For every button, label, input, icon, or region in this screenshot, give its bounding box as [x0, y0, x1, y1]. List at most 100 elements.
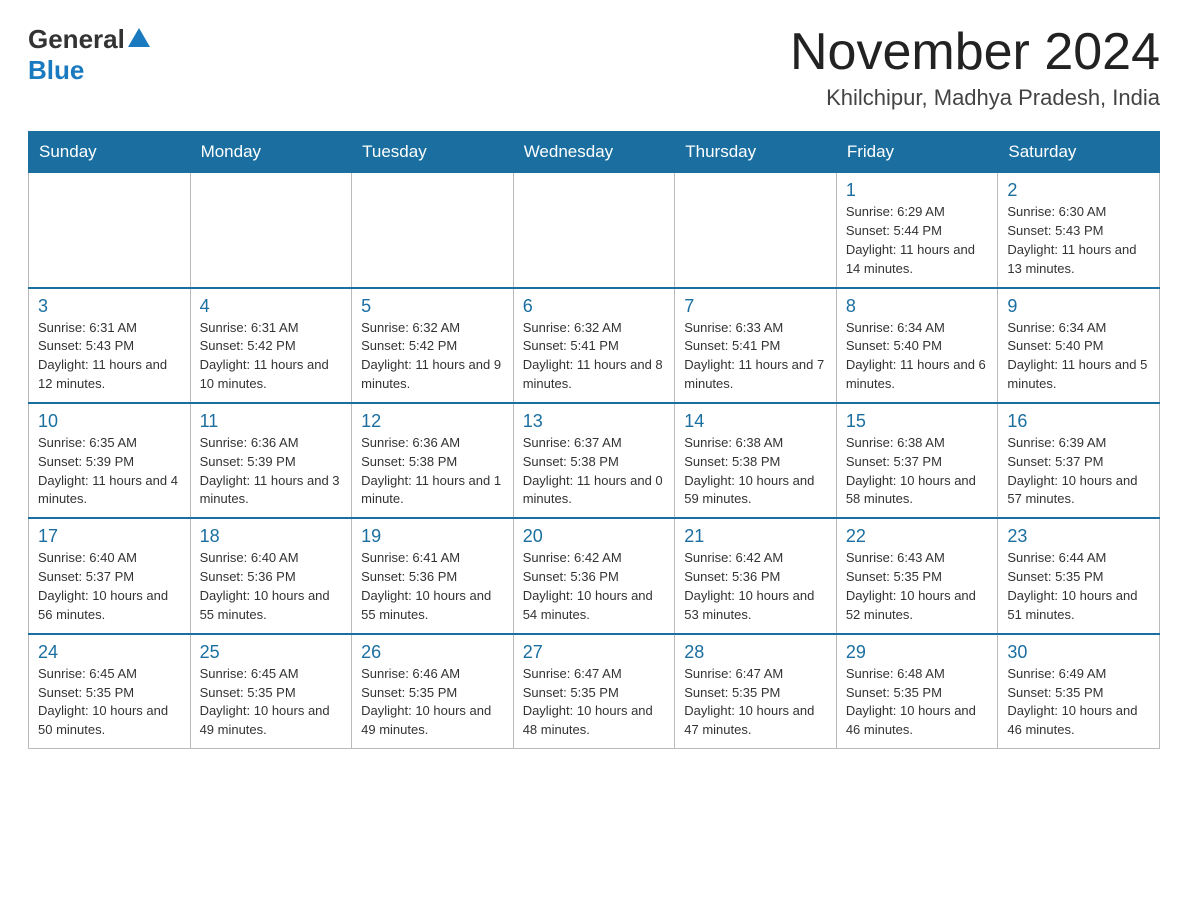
page-header: General Blue November 2024 Khilchipur, M… — [28, 24, 1160, 111]
calendar-cell: 10Sunrise: 6:35 AMSunset: 5:39 PMDayligh… — [29, 403, 191, 518]
weekday-header-row: SundayMondayTuesdayWednesdayThursdayFrid… — [29, 132, 1160, 173]
calendar-cell: 6Sunrise: 6:32 AMSunset: 5:41 PMDaylight… — [513, 288, 675, 403]
logo-blue-text: Blue — [28, 55, 84, 85]
calendar-cell: 5Sunrise: 6:32 AMSunset: 5:42 PMDaylight… — [352, 288, 514, 403]
weekday-header-friday: Friday — [836, 132, 998, 173]
logo-general-text: General — [28, 24, 125, 55]
day-number: 30 — [1007, 642, 1150, 663]
calendar-cell: 30Sunrise: 6:49 AMSunset: 5:35 PMDayligh… — [998, 634, 1160, 749]
day-info: Sunrise: 6:29 AMSunset: 5:44 PMDaylight:… — [846, 203, 989, 278]
day-number: 17 — [38, 526, 181, 547]
day-number: 10 — [38, 411, 181, 432]
calendar-cell: 9Sunrise: 6:34 AMSunset: 5:40 PMDaylight… — [998, 288, 1160, 403]
day-info: Sunrise: 6:38 AMSunset: 5:38 PMDaylight:… — [684, 434, 827, 509]
day-number: 1 — [846, 180, 989, 201]
weekday-header-wednesday: Wednesday — [513, 132, 675, 173]
calendar-cell — [675, 173, 837, 288]
calendar-cell: 1Sunrise: 6:29 AMSunset: 5:44 PMDaylight… — [836, 173, 998, 288]
day-number: 28 — [684, 642, 827, 663]
day-info: Sunrise: 6:45 AMSunset: 5:35 PMDaylight:… — [200, 665, 343, 740]
day-number: 26 — [361, 642, 504, 663]
calendar-row-4: 17Sunrise: 6:40 AMSunset: 5:37 PMDayligh… — [29, 518, 1160, 633]
day-number: 18 — [200, 526, 343, 547]
calendar-cell: 8Sunrise: 6:34 AMSunset: 5:40 PMDaylight… — [836, 288, 998, 403]
day-info: Sunrise: 6:42 AMSunset: 5:36 PMDaylight:… — [684, 549, 827, 624]
day-number: 4 — [200, 296, 343, 317]
month-title: November 2024 — [790, 24, 1160, 81]
day-number: 13 — [523, 411, 666, 432]
day-info: Sunrise: 6:49 AMSunset: 5:35 PMDaylight:… — [1007, 665, 1150, 740]
day-info: Sunrise: 6:33 AMSunset: 5:41 PMDaylight:… — [684, 319, 827, 394]
weekday-header-tuesday: Tuesday — [352, 132, 514, 173]
calendar-cell: 18Sunrise: 6:40 AMSunset: 5:36 PMDayligh… — [190, 518, 352, 633]
calendar-cell — [29, 173, 191, 288]
day-number: 19 — [361, 526, 504, 547]
calendar-cell: 16Sunrise: 6:39 AMSunset: 5:37 PMDayligh… — [998, 403, 1160, 518]
day-number: 25 — [200, 642, 343, 663]
calendar-cell: 24Sunrise: 6:45 AMSunset: 5:35 PMDayligh… — [29, 634, 191, 749]
calendar-cell: 21Sunrise: 6:42 AMSunset: 5:36 PMDayligh… — [675, 518, 837, 633]
calendar-cell: 28Sunrise: 6:47 AMSunset: 5:35 PMDayligh… — [675, 634, 837, 749]
calendar-row-1: 1Sunrise: 6:29 AMSunset: 5:44 PMDaylight… — [29, 173, 1160, 288]
calendar-cell: 19Sunrise: 6:41 AMSunset: 5:36 PMDayligh… — [352, 518, 514, 633]
weekday-header-thursday: Thursday — [675, 132, 837, 173]
day-info: Sunrise: 6:38 AMSunset: 5:37 PMDaylight:… — [846, 434, 989, 509]
calendar-cell: 25Sunrise: 6:45 AMSunset: 5:35 PMDayligh… — [190, 634, 352, 749]
day-number: 15 — [846, 411, 989, 432]
calendar-cell: 11Sunrise: 6:36 AMSunset: 5:39 PMDayligh… — [190, 403, 352, 518]
day-info: Sunrise: 6:36 AMSunset: 5:38 PMDaylight:… — [361, 434, 504, 509]
calendar-cell: 3Sunrise: 6:31 AMSunset: 5:43 PMDaylight… — [29, 288, 191, 403]
day-info: Sunrise: 6:31 AMSunset: 5:42 PMDaylight:… — [200, 319, 343, 394]
day-info: Sunrise: 6:37 AMSunset: 5:38 PMDaylight:… — [523, 434, 666, 509]
day-number: 7 — [684, 296, 827, 317]
day-number: 11 — [200, 411, 343, 432]
day-info: Sunrise: 6:39 AMSunset: 5:37 PMDaylight:… — [1007, 434, 1150, 509]
day-info: Sunrise: 6:41 AMSunset: 5:36 PMDaylight:… — [361, 549, 504, 624]
calendar-cell — [513, 173, 675, 288]
day-number: 2 — [1007, 180, 1150, 201]
day-info: Sunrise: 6:36 AMSunset: 5:39 PMDaylight:… — [200, 434, 343, 509]
weekday-header-saturday: Saturday — [998, 132, 1160, 173]
weekday-header-sunday: Sunday — [29, 132, 191, 173]
day-number: 29 — [846, 642, 989, 663]
day-info: Sunrise: 6:48 AMSunset: 5:35 PMDaylight:… — [846, 665, 989, 740]
day-number: 3 — [38, 296, 181, 317]
day-number: 23 — [1007, 526, 1150, 547]
day-number: 8 — [846, 296, 989, 317]
day-info: Sunrise: 6:32 AMSunset: 5:41 PMDaylight:… — [523, 319, 666, 394]
calendar-cell — [190, 173, 352, 288]
day-info: Sunrise: 6:40 AMSunset: 5:36 PMDaylight:… — [200, 549, 343, 624]
day-number: 16 — [1007, 411, 1150, 432]
calendar-cell: 7Sunrise: 6:33 AMSunset: 5:41 PMDaylight… — [675, 288, 837, 403]
calendar-cell: 2Sunrise: 6:30 AMSunset: 5:43 PMDaylight… — [998, 173, 1160, 288]
day-info: Sunrise: 6:34 AMSunset: 5:40 PMDaylight:… — [1007, 319, 1150, 394]
day-number: 21 — [684, 526, 827, 547]
calendar-cell: 26Sunrise: 6:46 AMSunset: 5:35 PMDayligh… — [352, 634, 514, 749]
day-info: Sunrise: 6:44 AMSunset: 5:35 PMDaylight:… — [1007, 549, 1150, 624]
day-number: 12 — [361, 411, 504, 432]
day-info: Sunrise: 6:47 AMSunset: 5:35 PMDaylight:… — [684, 665, 827, 740]
day-info: Sunrise: 6:31 AMSunset: 5:43 PMDaylight:… — [38, 319, 181, 394]
calendar-row-2: 3Sunrise: 6:31 AMSunset: 5:43 PMDaylight… — [29, 288, 1160, 403]
day-number: 9 — [1007, 296, 1150, 317]
day-info: Sunrise: 6:43 AMSunset: 5:35 PMDaylight:… — [846, 549, 989, 624]
calendar-cell — [352, 173, 514, 288]
day-number: 6 — [523, 296, 666, 317]
day-number: 14 — [684, 411, 827, 432]
calendar-cell: 22Sunrise: 6:43 AMSunset: 5:35 PMDayligh… — [836, 518, 998, 633]
calendar-cell: 17Sunrise: 6:40 AMSunset: 5:37 PMDayligh… — [29, 518, 191, 633]
calendar-cell: 4Sunrise: 6:31 AMSunset: 5:42 PMDaylight… — [190, 288, 352, 403]
day-number: 24 — [38, 642, 181, 663]
day-number: 27 — [523, 642, 666, 663]
day-info: Sunrise: 6:34 AMSunset: 5:40 PMDaylight:… — [846, 319, 989, 394]
title-area: November 2024 Khilchipur, Madhya Pradesh… — [790, 24, 1160, 111]
day-info: Sunrise: 6:40 AMSunset: 5:37 PMDaylight:… — [38, 549, 181, 624]
calendar-cell: 20Sunrise: 6:42 AMSunset: 5:36 PMDayligh… — [513, 518, 675, 633]
day-info: Sunrise: 6:45 AMSunset: 5:35 PMDaylight:… — [38, 665, 181, 740]
day-number: 5 — [361, 296, 504, 317]
day-info: Sunrise: 6:42 AMSunset: 5:36 PMDaylight:… — [523, 549, 666, 624]
day-info: Sunrise: 6:47 AMSunset: 5:35 PMDaylight:… — [523, 665, 666, 740]
day-info: Sunrise: 6:46 AMSunset: 5:35 PMDaylight:… — [361, 665, 504, 740]
calendar-cell: 23Sunrise: 6:44 AMSunset: 5:35 PMDayligh… — [998, 518, 1160, 633]
calendar-cell: 13Sunrise: 6:37 AMSunset: 5:38 PMDayligh… — [513, 403, 675, 518]
